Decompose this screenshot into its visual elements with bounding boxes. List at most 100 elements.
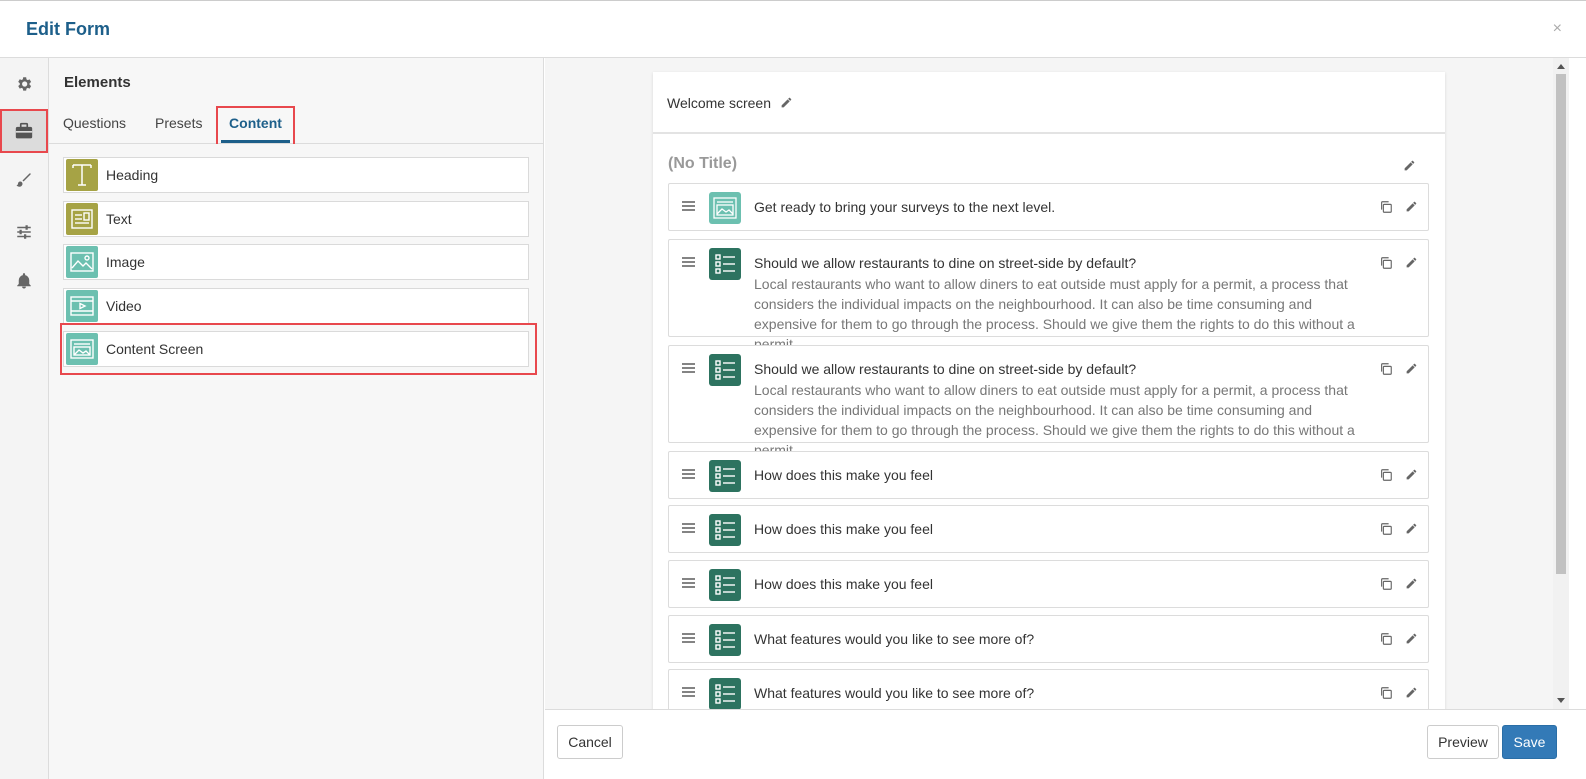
rail-notifications-button[interactable] bbox=[0, 259, 48, 303]
question-text: How does this make you feel bbox=[754, 576, 933, 592]
list-icon bbox=[709, 569, 741, 601]
element-image[interactable]: Image bbox=[63, 244, 529, 280]
drag-handle-icon[interactable] bbox=[682, 200, 695, 212]
list-icon bbox=[709, 460, 741, 492]
question-row[interactable]: What features would you like to see more… bbox=[668, 615, 1429, 663]
question-row[interactable]: How does this make you feel bbox=[668, 451, 1429, 499]
page-title: (No Title) bbox=[668, 155, 738, 172]
question-text: Should we allow restaurants to dine on s… bbox=[754, 255, 1137, 271]
pencil-icon[interactable] bbox=[1405, 200, 1418, 213]
list-icon bbox=[709, 248, 741, 280]
question-row[interactable]: How does this make you feel bbox=[668, 505, 1429, 553]
content-screen-icon bbox=[709, 192, 741, 224]
drag-handle-icon[interactable] bbox=[682, 468, 695, 480]
copy-icon[interactable] bbox=[1379, 686, 1393, 700]
element-text[interactable]: Text bbox=[63, 201, 529, 237]
dialog-title: Edit Form bbox=[26, 19, 110, 39]
form-canvas: Welcome screen (No Title) Get ready to b… bbox=[545, 58, 1553, 709]
save-button[interactable]: Save bbox=[1502, 725, 1557, 759]
tool-rail bbox=[0, 58, 49, 779]
content-screen-icon bbox=[66, 333, 98, 365]
rail-settings-button[interactable] bbox=[0, 62, 48, 106]
sliders-icon bbox=[17, 225, 31, 239]
rail-options-button[interactable] bbox=[0, 210, 48, 254]
form-card: Welcome screen (No Title) Get ready to b… bbox=[653, 72, 1445, 709]
tab-questions[interactable]: Questions bbox=[63, 108, 126, 144]
elements-panel: Elements Questions Presets Content Headi… bbox=[49, 58, 544, 779]
question-row[interactable]: Should we allow restaurants to dine on s… bbox=[668, 239, 1429, 352]
pencil-icon[interactable] bbox=[1405, 256, 1418, 269]
copy-icon[interactable] bbox=[1379, 362, 1393, 376]
element-label: Text bbox=[106, 211, 132, 227]
question-row[interactable]: How does this make you feel bbox=[668, 560, 1429, 608]
question-description: Local restaurants who want to allow dine… bbox=[754, 382, 1355, 458]
element-label: Content Screen bbox=[106, 341, 204, 357]
drag-handle-icon[interactable] bbox=[682, 256, 695, 268]
video-icon bbox=[66, 290, 98, 322]
cancel-button[interactable]: Cancel bbox=[557, 725, 623, 759]
copy-icon[interactable] bbox=[1379, 256, 1393, 270]
pencil-icon[interactable] bbox=[780, 96, 793, 109]
pencil-icon[interactable] bbox=[1405, 632, 1418, 645]
drag-handle-icon[interactable] bbox=[682, 522, 695, 534]
copy-icon[interactable] bbox=[1379, 522, 1393, 536]
question-description: Local restaurants who want to allow dine… bbox=[754, 276, 1355, 352]
welcome-screen-header: Welcome screen bbox=[653, 72, 1445, 134]
scroll-up-icon[interactable] bbox=[1557, 64, 1565, 69]
question-text: Get ready to bring your surveys to the n… bbox=[754, 199, 1056, 215]
scroll-thumb[interactable] bbox=[1556, 74, 1566, 574]
question-row[interactable]: Get ready to bring your surveys to the n… bbox=[668, 183, 1429, 231]
gear-icon bbox=[18, 77, 32, 91]
brush-icon bbox=[16, 173, 31, 187]
element-label: Heading bbox=[106, 167, 159, 183]
panel-title: Elements bbox=[64, 74, 131, 91]
dialog-header: Edit Form × bbox=[0, 0, 1586, 58]
pencil-icon[interactable] bbox=[1405, 577, 1418, 590]
question-row[interactable]: Should we allow restaurants to dine on s… bbox=[668, 345, 1429, 458]
list-icon bbox=[709, 354, 741, 386]
text-block-icon bbox=[66, 203, 98, 235]
rail-elements-button[interactable] bbox=[0, 109, 48, 153]
bell-icon bbox=[17, 273, 31, 289]
element-label: Video bbox=[106, 298, 142, 314]
pencil-icon[interactable] bbox=[1405, 362, 1418, 375]
pencil-icon[interactable] bbox=[1405, 522, 1418, 535]
list-icon bbox=[709, 514, 741, 546]
element-video[interactable]: Video bbox=[63, 288, 529, 324]
canvas-scrollbar[interactable] bbox=[1553, 58, 1569, 709]
question-text: How does this make you feel bbox=[754, 467, 933, 483]
rail-theme-button[interactable] bbox=[0, 158, 48, 202]
drag-handle-icon[interactable] bbox=[682, 577, 695, 589]
element-content-screen[interactable]: Content Screen bbox=[63, 331, 529, 367]
element-heading[interactable]: Heading bbox=[63, 157, 529, 193]
image-icon bbox=[66, 246, 98, 278]
preview-button[interactable]: Preview bbox=[1427, 725, 1499, 759]
elements-tabs: Questions Presets Content bbox=[49, 106, 543, 144]
question-text: How does this make you feel bbox=[754, 521, 933, 537]
briefcase-icon bbox=[15, 122, 33, 139]
question-row[interactable]: What features would you like to see more… bbox=[668, 669, 1429, 709]
list-icon bbox=[709, 624, 741, 656]
list-icon bbox=[709, 678, 741, 709]
pencil-icon[interactable] bbox=[1403, 159, 1416, 172]
question-text: What features would you like to see more… bbox=[754, 631, 1035, 647]
copy-icon[interactable] bbox=[1379, 577, 1393, 591]
drag-handle-icon[interactable] bbox=[682, 686, 695, 698]
tab-presets[interactable]: Presets bbox=[155, 108, 202, 144]
scroll-down-icon[interactable] bbox=[1557, 698, 1565, 703]
pencil-icon[interactable] bbox=[1405, 468, 1418, 481]
question-text: Should we allow restaurants to dine on s… bbox=[754, 361, 1137, 377]
tab-content[interactable]: Content bbox=[216, 106, 295, 144]
drag-handle-icon[interactable] bbox=[682, 632, 695, 644]
pencil-icon[interactable] bbox=[1405, 686, 1418, 699]
copy-icon[interactable] bbox=[1379, 200, 1393, 214]
copy-icon[interactable] bbox=[1379, 468, 1393, 482]
heading-icon bbox=[66, 159, 98, 191]
copy-icon[interactable] bbox=[1379, 632, 1393, 646]
close-icon[interactable]: × bbox=[1553, 21, 1562, 37]
drag-handle-icon[interactable] bbox=[682, 362, 695, 374]
element-label: Image bbox=[106, 254, 145, 270]
question-text: What features would you like to see more… bbox=[754, 685, 1035, 701]
welcome-screen-title: Welcome screen bbox=[667, 95, 772, 111]
dialog-footer: Cancel Preview Save bbox=[545, 709, 1586, 779]
